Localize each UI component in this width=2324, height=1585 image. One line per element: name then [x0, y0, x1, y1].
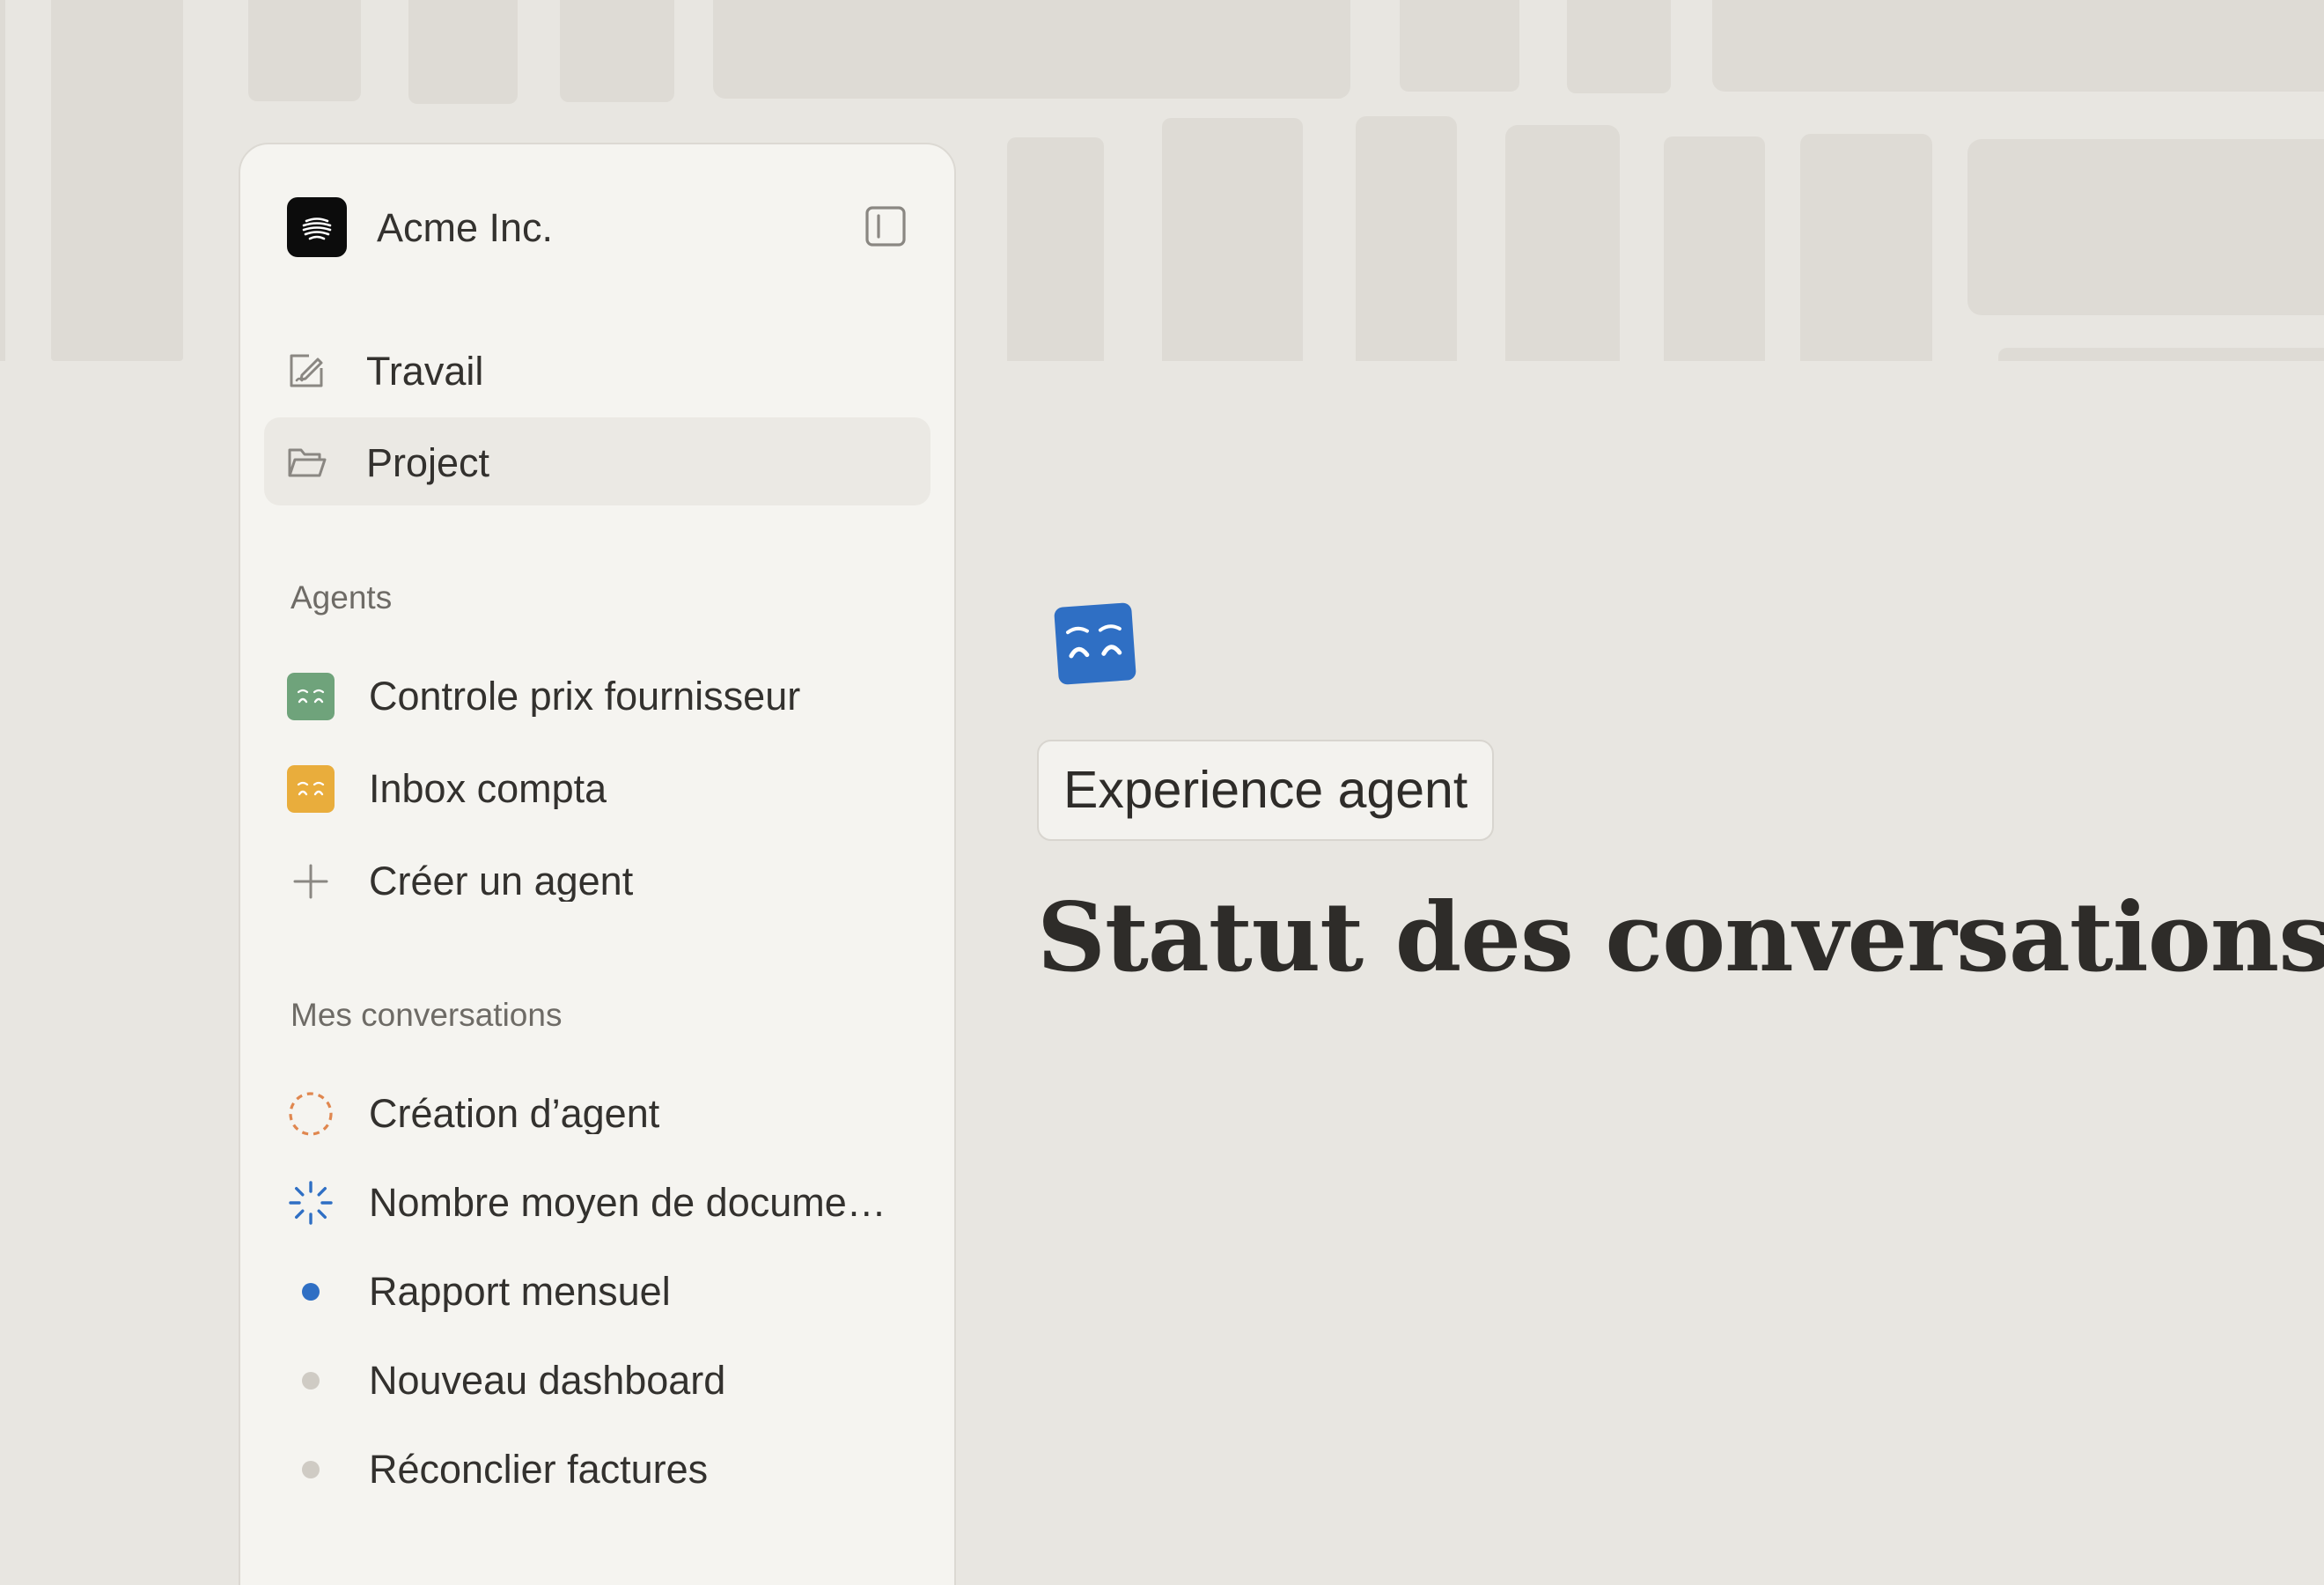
workspace-logo-icon	[287, 197, 347, 257]
sidebar-toggle-button[interactable]	[864, 204, 908, 248]
agent-item[interactable]: Controle prix fournisseur	[287, 660, 919, 731]
conversation-label: Rapport mensuel	[369, 1272, 671, 1312]
agent-face-icon	[1054, 602, 1136, 685]
sidebar-toggle-icon	[865, 206, 906, 247]
edit-note-icon	[290, 354, 323, 387]
folder-icon	[288, 448, 327, 477]
agent-badge-icon	[287, 765, 335, 813]
page-title: Statut des conversations	[1037, 882, 2324, 993]
section-title-conversations: Mes conversations	[290, 997, 563, 1033]
nav-label: Project	[366, 440, 490, 485]
workspace-name: Acme Inc.	[377, 205, 554, 250]
active-status-dot-icon	[302, 1283, 320, 1301]
nav-label: Travail	[366, 349, 484, 394]
agent-tag: Experience agent	[1037, 740, 1495, 841]
agent-label: Inbox compta	[369, 769, 607, 809]
create-agent-button[interactable]: Créer un agent	[287, 845, 919, 916]
conversation-item[interactable]: Rapport mensuel	[287, 1256, 919, 1326]
conversation-item[interactable]: Réconclier factures	[287, 1434, 919, 1504]
conversation-item[interactable]: Nouveau dashboard	[287, 1345, 919, 1415]
agent-label: Controle prix fournisseur	[369, 676, 801, 717]
conversation-label: Création d’agent	[369, 1094, 660, 1134]
nav-item-travail[interactable]: Travail	[264, 326, 930, 414]
conversation-item[interactable]: Nombre moyen de docume…	[287, 1167, 919, 1237]
draft-status-icon	[289, 1092, 333, 1136]
section-title-agents: Agents	[290, 579, 393, 616]
create-agent-label: Créer un agent	[369, 861, 634, 902]
conversation-item[interactable]: Création d’agent	[287, 1078, 919, 1148]
conversation-label: Réconclier factures	[369, 1449, 709, 1490]
agent-badge-icon	[287, 673, 335, 720]
idle-status-dot-icon	[302, 1372, 320, 1390]
workspace-switcher[interactable]: Acme Inc.	[287, 197, 908, 259]
conversation-label: Nombre moyen de docume…	[369, 1183, 886, 1223]
agent-item[interactable]: Inbox compta	[287, 753, 919, 823]
plus-icon	[293, 864, 328, 899]
sidebar: Acme Inc. Travail Project Agents Control…	[239, 143, 956, 1585]
idle-status-dot-icon	[302, 1461, 320, 1478]
nav-item-project[interactable]: Project	[264, 417, 930, 505]
conversation-label: Nouveau dashboard	[369, 1360, 726, 1401]
loading-spinner-icon	[289, 1181, 333, 1225]
